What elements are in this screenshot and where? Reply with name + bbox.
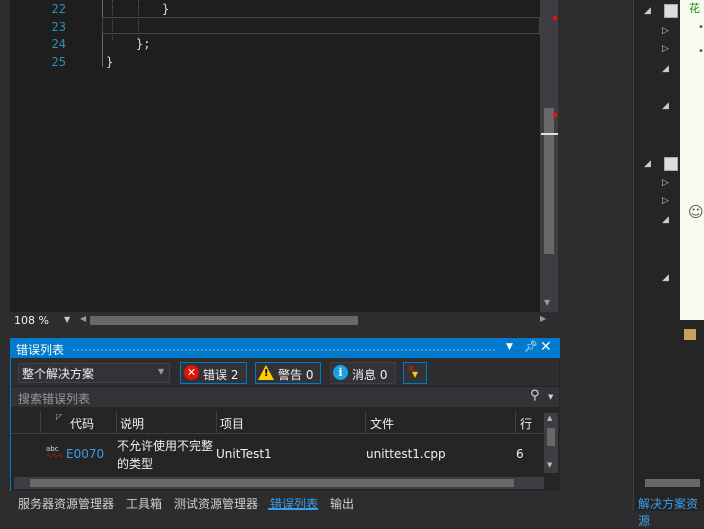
- column-separator[interactable]: [515, 411, 516, 433]
- list-scroll-thumb[interactable]: [547, 428, 555, 446]
- chevron-down-icon: ▼: [158, 367, 165, 376]
- sort-indicator-icon: ◸: [56, 412, 63, 421]
- tree-collapsed-icon[interactable]: ▷: [662, 178, 669, 188]
- editor-scroll-thumb[interactable]: [544, 108, 554, 254]
- tree-expanded-icon[interactable]: ◢: [662, 64, 669, 74]
- side-panel-scroll-thumb[interactable]: [645, 479, 700, 487]
- scroll-left-icon[interactable]: ◀: [80, 314, 86, 323]
- column-separator[interactable]: [365, 411, 366, 433]
- code-line: };: [136, 37, 151, 51]
- error-icon: ✕: [184, 365, 199, 380]
- errors-count-label: 错误 2: [203, 368, 239, 382]
- line-number: 22: [51, 2, 66, 16]
- editor-horizontal-scroll-thumb[interactable]: [90, 316, 358, 325]
- panel-title: 错误列表: [16, 343, 65, 357]
- warnings-count-label: 警告 0: [278, 368, 314, 382]
- note-text: 花: [689, 2, 700, 15]
- error-project: UnitTest1: [216, 447, 272, 461]
- errors-filter-button[interactable]: ✕ 错误 2: [180, 362, 247, 384]
- info-icon: i: [333, 365, 348, 380]
- splitter[interactable]: [560, 0, 633, 511]
- messages-filter-button[interactable]: i 消息 0: [330, 362, 396, 384]
- zoom-dropdown-icon[interactable]: ▼: [64, 315, 70, 324]
- error-line: 6: [516, 447, 524, 461]
- tree-collapsed-icon[interactable]: ▷: [662, 196, 669, 206]
- error-description: 的类型: [117, 457, 154, 471]
- scroll-up-icon[interactable]: ▲: [547, 414, 552, 422]
- left-edge: [0, 0, 10, 511]
- code-line: }: [162, 2, 170, 16]
- tab-server-explorer[interactable]: 服务器资源管理器: [18, 495, 114, 512]
- code-line: }: [106, 55, 114, 69]
- tree-expanded-icon[interactable]: ◢: [662, 101, 669, 111]
- error-file: unittest1.cpp: [366, 447, 446, 461]
- line-number: 25: [51, 55, 66, 69]
- close-icon[interactable]: ✕: [540, 339, 552, 355]
- title-grip: [72, 348, 496, 352]
- search-icon[interactable]: ⚲: [530, 388, 540, 403]
- search-options-icon[interactable]: ▼: [548, 393, 553, 401]
- list-horizontal-scroll-thumb[interactable]: [30, 479, 514, 487]
- code-editor[interactable]: [10, 0, 558, 312]
- line-number: 24: [51, 37, 66, 51]
- column-header-code[interactable]: 代码: [70, 415, 94, 432]
- scroll-down-icon[interactable]: ▼: [547, 461, 552, 469]
- window-position-dropdown-icon[interactable]: ▼: [506, 342, 513, 352]
- column-header-file[interactable]: 文件: [370, 415, 394, 432]
- funnel-icon: ▾: [412, 367, 419, 381]
- tree-collapsed-icon[interactable]: ▷: [662, 26, 669, 36]
- active-tab-indicator: [268, 508, 318, 510]
- tree-expanded-icon[interactable]: ◢: [662, 215, 669, 225]
- scope-value: 整个解决方案: [22, 367, 95, 381]
- messages-count-label: 消息 0: [352, 368, 388, 382]
- tab-solution-explorer[interactable]: 解决方案资源: [638, 495, 704, 529]
- tree-expanded-icon[interactable]: ◢: [644, 159, 651, 169]
- warning-icon-mark: !: [264, 368, 269, 379]
- error-search-input[interactable]: [11, 387, 559, 407]
- bullet-icon: •: [698, 22, 704, 33]
- squiggle-icon: ∿∿∿: [46, 452, 64, 460]
- bullet-icon: •: [698, 46, 704, 57]
- column-header-line[interactable]: 行: [520, 415, 532, 432]
- warnings-filter-button[interactable]: ! 警告 0: [255, 362, 321, 384]
- line-number: 23: [51, 20, 66, 34]
- error-code-link[interactable]: E0070: [66, 447, 104, 461]
- pin-icon[interactable]: 📌︎: [524, 340, 538, 353]
- scroll-right-icon[interactable]: ▶: [540, 314, 546, 323]
- search-placeholder: 搜索错误列表: [18, 392, 91, 406]
- error-marker: [553, 16, 557, 20]
- error-description: 不允许使用不完整: [117, 439, 214, 453]
- zoom-level[interactable]: 108 %: [14, 314, 49, 327]
- tab-toolbox[interactable]: 工具箱: [126, 495, 162, 512]
- tree-collapsed-icon[interactable]: ▷: [662, 44, 669, 54]
- class-icon: [664, 4, 678, 18]
- folder-icon: [684, 329, 696, 340]
- clear-filter-button[interactable]: ✕ ▾: [403, 362, 427, 384]
- tab-test-explorer[interactable]: 测试资源管理器: [174, 495, 258, 512]
- column-separator[interactable]: [40, 411, 41, 433]
- scroll-down-icon[interactable]: ▼: [544, 298, 550, 307]
- column-separator[interactable]: [116, 411, 117, 433]
- tree-expanded-icon[interactable]: ◢: [644, 6, 651, 16]
- tree-expanded-icon[interactable]: ◢: [662, 273, 669, 283]
- error-marker: [553, 113, 557, 117]
- current-line-highlight: [102, 17, 540, 34]
- column-header-project[interactable]: 项目: [220, 415, 244, 432]
- caret-position-marker: [541, 133, 558, 135]
- smiley-icon: ☺: [688, 203, 704, 221]
- column-header-description[interactable]: 说明: [120, 415, 144, 432]
- class-icon: [664, 157, 678, 171]
- column-separator[interactable]: [216, 411, 217, 433]
- tab-output[interactable]: 输出: [330, 495, 354, 512]
